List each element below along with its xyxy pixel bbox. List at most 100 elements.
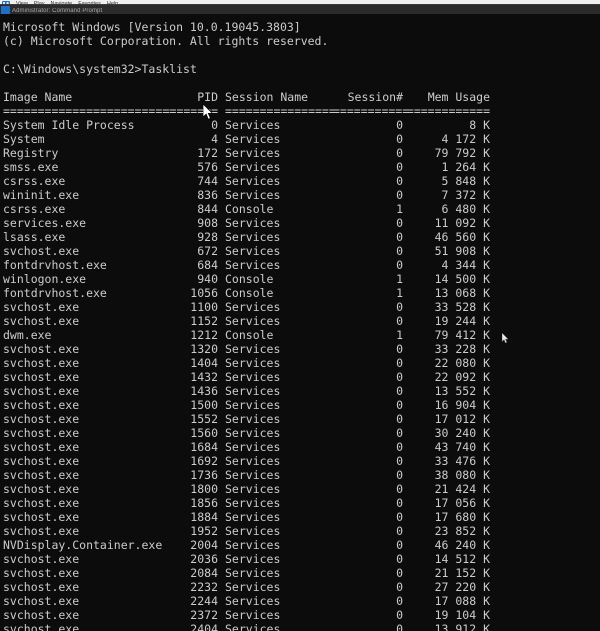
cell-mem-usage: 21 152 K — [434, 566, 490, 580]
cell-session-number: 0 — [396, 426, 403, 440]
separator-mem-usage: ============ — [406, 104, 490, 118]
cell-mem-usage: 22 092 K — [434, 370, 490, 384]
cell-pid: 2036 — [190, 552, 218, 566]
console-prompt-line: C:\Windows\system32>Tasklist — [3, 62, 600, 76]
table-row: Registry 172 Services 0 79 792 K — [3, 146, 600, 160]
cell-image-name: fontdrvhost.exe — [3, 286, 107, 300]
cell-image-name: svchost.exe — [3, 580, 80, 594]
cell-session-number: 0 — [396, 160, 403, 174]
cell-session-name: Services — [225, 300, 281, 314]
cell-pid: 2004 — [190, 538, 218, 552]
console-command: Tasklist — [141, 62, 197, 76]
cell-session-number: 0 — [396, 440, 403, 454]
table-row: svchost.exe 2084 Services 0 21 152 K — [3, 566, 600, 580]
cell-mem-usage: 8 K — [469, 118, 490, 132]
table-row: wininit.exe 836 Services 0 7 372 K — [3, 188, 600, 202]
cell-session-number: 0 — [396, 342, 403, 356]
cell-mem-usage: 11 092 K — [434, 216, 490, 230]
cell-session-number: 0 — [396, 132, 403, 146]
cell-session-number: 0 — [396, 146, 403, 160]
cell-pid: 1684 — [190, 440, 218, 454]
cell-pid: 684 — [197, 258, 218, 272]
cell-pid: 744 — [197, 174, 218, 188]
cell-pid: 1692 — [190, 454, 218, 468]
cell-pid: 940 — [197, 272, 218, 286]
console-output-buffer[interactable]: Microsoft Windows [Version 10.0.19045.38… — [0, 14, 600, 631]
cell-session-name: Services — [225, 566, 281, 580]
cell-session-name: Services — [225, 314, 281, 328]
cell-pid: 1152 — [190, 314, 218, 328]
cell-session-name: Console — [225, 328, 274, 342]
cell-image-name: smss.exe — [3, 160, 59, 174]
cell-mem-usage: 5 848 K — [441, 174, 490, 188]
cell-session-name: Console — [225, 202, 274, 216]
table-row: svchost.exe 672 Services 0 51 908 K — [3, 244, 600, 258]
cell-session-name: Services — [225, 440, 281, 454]
cell-session-name: Services — [225, 188, 281, 202]
cell-image-name: Registry — [3, 146, 59, 160]
cell-mem-usage: 33 228 K — [434, 342, 490, 356]
terminal-icon — [1, 6, 10, 14]
cell-image-name: svchost.exe — [3, 300, 80, 314]
cell-pid: 844 — [197, 202, 218, 216]
cell-pid: 1856 — [190, 496, 218, 510]
cell-session-name: Services — [225, 398, 281, 412]
table-row: svchost.exe 1736 Services 0 38 080 K — [3, 468, 600, 482]
table-row: svchost.exe 2244 Services 0 17 088 K — [3, 594, 600, 608]
table-row: csrss.exe 744 Services 0 5 848 K — [3, 174, 600, 188]
cell-session-name: Console — [225, 272, 274, 286]
table-row: svchost.exe 1884 Services 0 17 680 K — [3, 510, 600, 524]
cell-mem-usage: 16 904 K — [434, 398, 490, 412]
cell-session-name: Services — [225, 146, 281, 160]
cell-mem-usage: 21 424 K — [434, 482, 490, 496]
cell-pid: 672 — [197, 244, 218, 258]
cell-image-name: svchost.exe — [3, 384, 80, 398]
cell-image-name: svchost.exe — [3, 370, 80, 384]
cell-mem-usage: 79 412 K — [434, 328, 490, 342]
cell-image-name: svchost.exe — [3, 314, 80, 328]
table-row: svchost.exe 1404 Services 0 22 080 K — [3, 356, 600, 370]
separator-session-name: ================ — [225, 104, 336, 118]
command-prompt-window[interactable]: Administrator: Command Prompt Microsoft … — [0, 5, 600, 631]
table-row: fontdrvhost.exe 684 Services 0 4 344 K — [3, 258, 600, 272]
cell-mem-usage: 46 240 K — [434, 538, 490, 552]
cell-image-name: svchost.exe — [3, 356, 80, 370]
cell-session-name: Services — [225, 552, 281, 566]
table-row: dwm.exe 1212 Console 1 79 412 K — [3, 328, 600, 342]
cell-mem-usage: 43 740 K — [434, 440, 490, 454]
cell-session-name: Services — [225, 496, 281, 510]
cell-pid: 1560 — [190, 426, 218, 440]
cell-session-number: 0 — [396, 482, 403, 496]
cell-pid: 2372 — [190, 608, 218, 622]
cell-image-name: svchost.exe — [3, 426, 80, 440]
console-titlebar[interactable]: Administrator: Command Prompt — [0, 5, 600, 14]
cell-session-number: 0 — [396, 216, 403, 230]
cell-session-number: 1 — [396, 202, 403, 216]
table-row: System Idle Process 0 Services 0 8 K — [3, 118, 600, 132]
table-row: svchost.exe 2404 Services 0 13 912 K — [3, 622, 600, 631]
cell-mem-usage: 22 080 K — [434, 356, 490, 370]
cell-mem-usage: 17 056 K — [434, 496, 490, 510]
table-row: svchost.exe 1500 Services 0 16 904 K — [3, 398, 600, 412]
column-header-session-name: Session Name — [225, 90, 309, 104]
cell-image-name: wininit.exe — [3, 188, 80, 202]
cell-image-name: svchost.exe — [3, 510, 80, 524]
cell-mem-usage: 27 220 K — [434, 580, 490, 594]
console-prompt-and-command: C:\Windows\system32>Tasklist — [3, 62, 197, 76]
cell-pid: 2244 — [190, 594, 218, 608]
cell-image-name: svchost.exe — [3, 412, 80, 426]
cell-pid: 1056 — [190, 286, 218, 300]
cell-session-number: 0 — [396, 300, 403, 314]
cell-image-name: svchost.exe — [3, 524, 80, 538]
cell-session-number: 0 — [396, 370, 403, 384]
column-header-pid: PID — [197, 90, 218, 104]
cell-session-number: 0 — [396, 118, 403, 132]
cell-pid: 928 — [197, 230, 218, 244]
cell-session-name: Services — [225, 216, 281, 230]
cell-image-name: System Idle Process — [3, 118, 135, 132]
cell-session-name: Services — [225, 342, 281, 356]
cell-pid: 1500 — [190, 398, 218, 412]
cell-image-name: svchost.exe — [3, 622, 80, 631]
cell-mem-usage: 13 912 K — [434, 622, 490, 631]
console-banner-line-2: (c) Microsoft Corporation. All rights re… — [3, 34, 329, 48]
